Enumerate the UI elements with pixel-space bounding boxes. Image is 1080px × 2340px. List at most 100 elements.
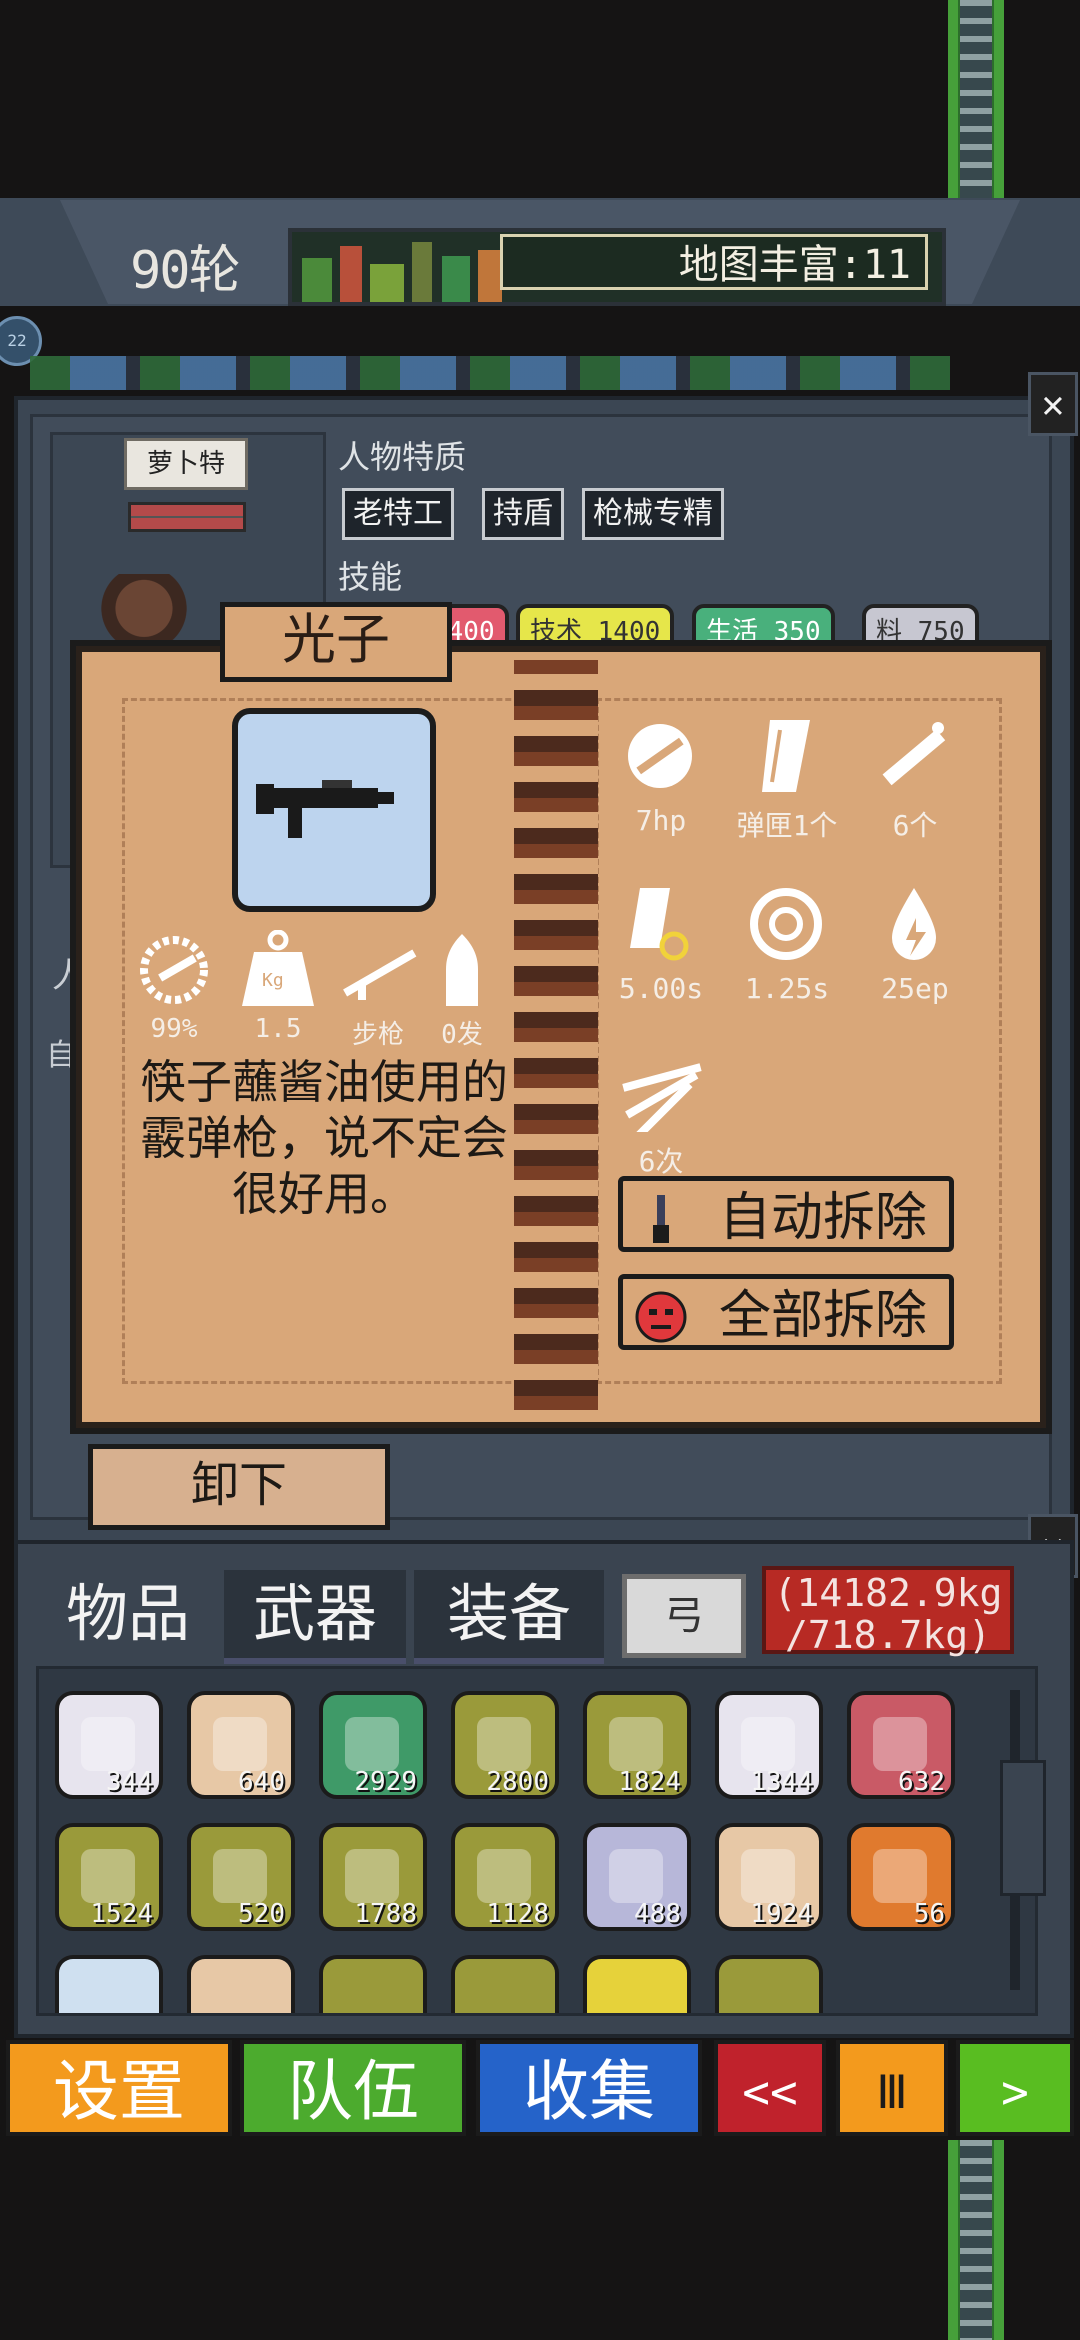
slot-count: 520	[238, 1899, 285, 1929]
energy-icon	[892, 888, 936, 960]
inventory-slot[interactable]	[319, 1955, 427, 2013]
inventory-slot[interactable]: 632	[847, 1691, 955, 1799]
magazine-value: 弹匣1个	[736, 809, 838, 842]
settings-button[interactable]: 设置	[6, 2040, 232, 2136]
health-bar	[128, 502, 246, 532]
blueprint-icon	[741, 1717, 795, 1771]
right-stat: 弹匣1个	[737, 716, 837, 842]
inventory-grid: 344 640 2929 2800 1824 1344 632 1524 520 1788 1128…	[36, 1666, 1038, 2016]
scroll-handle[interactable]	[1000, 1760, 1046, 1896]
tab-equipment[interactable]: 装备	[414, 1570, 604, 1664]
multi-shot-value: 6次	[638, 1145, 684, 1178]
slot-count: 2800	[486, 1767, 549, 1797]
battery-icon	[609, 1849, 663, 1903]
cloth-icon	[477, 1849, 531, 1903]
rope-icon	[741, 1849, 795, 1903]
chili-icon	[609, 1717, 663, 1771]
map-richness-label: 地图丰富:11	[500, 234, 928, 290]
remove-all-button[interactable]: 全部拆除	[618, 1274, 954, 1350]
inventory-slot[interactable]: 520	[187, 1823, 295, 1931]
weight-value: 1.5	[254, 1014, 302, 1044]
inventory-slot[interactable]: 488	[583, 1823, 691, 1931]
aim-icon	[750, 888, 822, 960]
ammo-value: 6个	[892, 809, 938, 842]
right-stat: 6个	[868, 716, 960, 842]
rifle-small-icon	[343, 949, 417, 1000]
tab-weapons[interactable]: 武器	[224, 1570, 406, 1664]
weight-current: (14182.9kg	[773, 1571, 1003, 1615]
ammo-icon	[882, 722, 946, 786]
inventory-slot[interactable]: 56	[847, 1823, 955, 1931]
left-stat-type: 步枪	[332, 930, 424, 1050]
left-stat-ammo: 0发	[432, 930, 492, 1050]
slot-count: 488	[634, 1899, 681, 1929]
slot-count: 1344	[750, 1767, 813, 1797]
bullet-icon	[446, 934, 478, 1006]
inventory-slot[interactable]: 1824	[583, 1691, 691, 1799]
inventory-slot[interactable]: 1788	[319, 1823, 427, 1931]
inventory-slot[interactable]: 1924	[715, 1823, 823, 1931]
traits-title: 人物特质	[338, 438, 467, 476]
trait-tag[interactable]: 持盾	[482, 488, 564, 540]
right-stat: 25ep	[868, 884, 960, 1005]
inventory-slot[interactable]: 1128	[451, 1823, 559, 1931]
inventory-slot[interactable]	[187, 1955, 295, 2013]
boots-icon	[213, 1849, 267, 1903]
reload-icon	[630, 888, 689, 961]
weight-capacity: /718.7kg)	[785, 1613, 991, 1657]
scenery-strip	[30, 356, 950, 390]
weapon-icon-box[interactable]	[232, 708, 436, 912]
pause-button[interactable]: Ⅲ	[836, 2040, 948, 2136]
collect-button[interactable]: 收集	[476, 2040, 702, 2136]
inventory-slot[interactable]: 344	[55, 1691, 163, 1799]
inventory-slot[interactable]	[55, 1955, 163, 2013]
slot-count: 632	[898, 1767, 945, 1797]
slot-count: 1128	[486, 1899, 549, 1929]
tab-items[interactable]: 物品	[40, 1570, 216, 1658]
inventory-slot[interactable]	[715, 1955, 823, 2013]
inventory-slot[interactable]	[451, 1955, 559, 2013]
left-stat-weight: Kg 1.5	[232, 929, 324, 1044]
unequip-button[interactable]: 卸下	[88, 1444, 390, 1530]
character-name[interactable]: 萝卜特	[124, 438, 248, 490]
inventory-slot[interactable]: 1344	[715, 1691, 823, 1799]
inventory-slot[interactable]	[583, 1955, 691, 2013]
inventory-slot[interactable]: 2929	[319, 1691, 427, 1799]
damage-icon	[628, 724, 692, 788]
chocolate-icon	[81, 1849, 135, 1903]
rewind-button[interactable]: <<	[714, 2040, 826, 2136]
slot-count: 1524	[90, 1899, 153, 1929]
slot-count: 2929	[354, 1767, 417, 1797]
magazine-icon	[762, 720, 810, 792]
rail-ties-bottom	[960, 2140, 992, 2340]
slot-count: 56	[913, 1899, 945, 1929]
slot-count: 344	[106, 1767, 153, 1797]
egg-icon	[345, 1849, 399, 1903]
reload-value: 5.00s	[618, 972, 704, 1005]
damage-value: 7hp	[635, 804, 687, 837]
weapon-description: 筷子蘸酱油使用的霰弹枪，说不定会很好用。	[140, 1055, 508, 1221]
right-stat: 1.25s	[740, 884, 832, 1005]
weapon-name: 光子	[220, 602, 452, 682]
notebook-spine	[514, 660, 598, 1420]
inventory-slot[interactable]: 1524	[55, 1823, 163, 1931]
right-stat: 7hp	[614, 716, 706, 837]
auto-remove-button[interactable]: 自动拆除	[618, 1176, 954, 1252]
aim-value: 1.25s	[744, 972, 830, 1005]
team-button[interactable]: 队伍	[240, 2040, 466, 2136]
right-stat: 6次	[614, 1052, 706, 1178]
rifle-icon	[256, 780, 394, 838]
play-button[interactable]: >	[956, 2040, 1074, 2136]
angry-face-icon	[635, 1291, 687, 1343]
skills-title: 技能	[338, 558, 403, 596]
inventory-slot[interactable]: 640	[187, 1691, 295, 1799]
rock-icon	[213, 1717, 267, 1771]
close-character-icon[interactable]: ✕	[1028, 372, 1078, 436]
slot-count: 1824	[618, 1767, 681, 1797]
inventory-slot[interactable]: 2800	[451, 1691, 559, 1799]
trait-tag[interactable]: 枪械专精	[582, 488, 724, 540]
gear-wrench-icon	[140, 936, 208, 1004]
trait-tag[interactable]: 老特工	[342, 488, 454, 540]
durability-value: 99%	[150, 1014, 198, 1044]
filter-button[interactable]: 弓	[622, 1574, 746, 1658]
